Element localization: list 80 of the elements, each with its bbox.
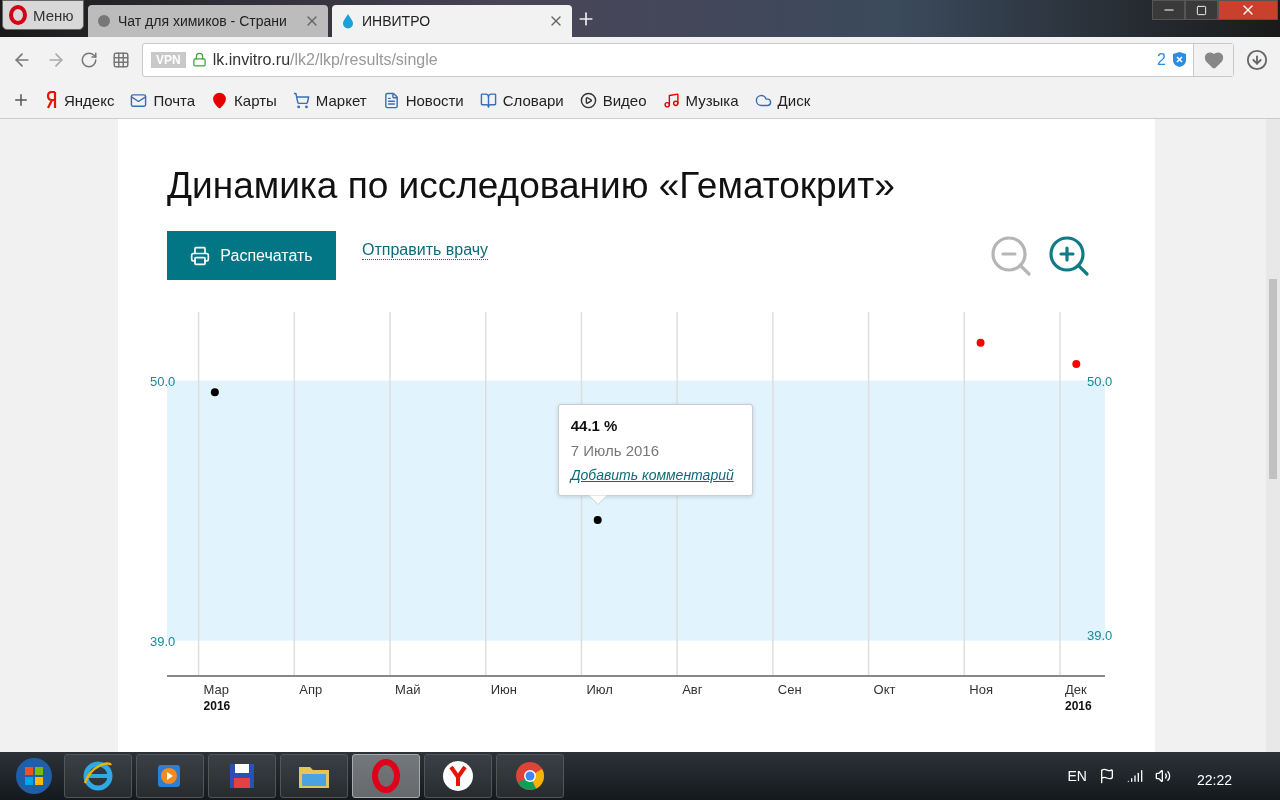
add-bookmark-icon[interactable] [12,91,30,109]
bookmark-link[interactable]: Почта [130,91,196,109]
bookmark-link[interactable]: Словари [479,91,564,109]
axis-value: 39.0 [1087,627,1113,643]
year-label: 2016 [203,699,231,713]
year-label: 2016 [1065,699,1092,713]
envelope-icon [130,91,148,109]
heart-icon [1203,49,1224,70]
bookmark-link[interactable]: Карты [211,91,277,109]
add-comment-link[interactable]: Добавить комментарий [570,467,740,483]
data-point[interactable] [593,516,602,524]
close-window-button[interactable] [1218,0,1278,20]
language-indicator[interactable]: EN [1067,768,1087,784]
page-title: Динамика по исследованию «Гематокрит» [167,165,896,207]
reload-icon [80,50,98,69]
send-to-doctor-link[interactable]: Отправить врачу [362,241,489,260]
month-label: Апр [299,682,323,697]
clock-time[interactable]: 22:22 [1196,772,1232,788]
cart-icon [292,91,310,109]
data-point[interactable] [210,388,219,397]
print-button[interactable]: Распечатать [167,231,336,280]
scrollbar[interactable] [1266,119,1280,752]
month-label: Авг [682,682,703,697]
month-label: Июл [586,682,613,697]
bookmark-link[interactable]: Диск [754,91,811,109]
tab-title: ИНВИТРО [362,13,432,29]
play-icon [579,91,597,109]
tooltip-date: 7 Июль 2016 [570,442,661,459]
opera-logo-icon [9,5,27,25]
month-label: Окт [873,682,896,697]
taskbar-app-button[interactable] [496,754,564,798]
bookmark-link[interactable]: Яндекс [46,91,115,109]
signal-icon[interactable] [1126,768,1143,784]
tab-title: Чат для химиков - Страни [118,13,288,29]
lock-icon [191,52,207,67]
month-label: Ноя [969,682,993,697]
tooltip-value: 44.1 % [570,417,619,434]
speaker-icon[interactable] [1154,768,1171,784]
browser-tab[interactable]: Чат для химиков - Страни [88,5,328,37]
blocked-count: 2 [1157,50,1166,69]
month-label: Июн [490,682,517,697]
month-label: Май [395,682,421,697]
chrome-icon [514,760,546,792]
flag-icon[interactable] [1098,768,1115,784]
browser-e-icon [81,759,115,793]
tab-favicon-icon [340,13,356,29]
music-note-icon [662,91,680,109]
axis-value: 50.0 [1087,373,1113,389]
bookmark-link[interactable]: Музыка [662,91,739,109]
tab-favicon-icon [96,13,112,29]
taskbar-app-button[interactable] [208,754,276,798]
menu-button[interactable]: Меню [2,0,84,30]
opera-o-icon [371,759,401,793]
printer-icon [190,245,211,266]
heart-button[interactable] [1193,43,1233,76]
bookmark-link[interactable]: Видео [579,91,647,109]
axis-value: 39.0 [150,633,176,649]
yandex-letter-icon [46,91,58,109]
taskbar-app-button[interactable] [280,754,348,798]
maximize-button[interactable] [1185,0,1218,20]
bookmark-link[interactable]: Маркет [292,91,367,109]
map-pin-icon [211,91,229,109]
taskbar-app-button[interactable] [64,754,132,798]
shield-icon [1172,51,1187,68]
grid-icon [112,50,130,69]
axis-value: 50.0 [150,373,176,389]
document-icon [382,91,400,109]
minimize-button[interactable] [1152,0,1185,20]
download-icon [1246,48,1268,71]
maximize-icon [1196,4,1207,16]
book-icon [479,91,497,109]
bookmark-link[interactable]: Новости [382,91,464,109]
taskbar-app-button[interactable] [424,754,492,798]
month-label: Сен [777,682,802,697]
yandex-y-icon [442,760,474,792]
month-label: Мар [203,682,229,697]
month-label: Дек [1065,682,1087,697]
browser-tab[interactable]: ИНВИТРО [332,5,572,37]
url-text: lk.invitro.ru/lk2/lkp/results/single [212,50,439,69]
taskbar-app-button[interactable] [136,754,204,798]
